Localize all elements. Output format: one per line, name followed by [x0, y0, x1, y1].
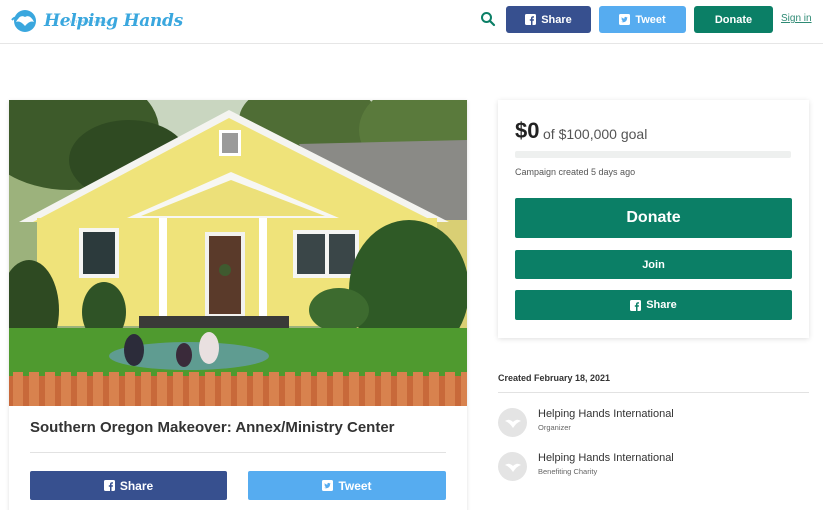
divider	[498, 392, 809, 393]
donation-share-label: Share	[646, 299, 677, 311]
campaign-title: Southern Oregon Makeover: Annex/Ministry…	[30, 419, 395, 436]
hands-logo-icon	[504, 419, 521, 428]
header-share-label: Share	[541, 13, 572, 26]
sign-in-link[interactable]: Sign in	[781, 13, 812, 24]
facebook-icon	[525, 14, 537, 25]
campaign-tweet-label: Tweet	[338, 478, 372, 493]
join-label: Join	[642, 258, 665, 271]
logo-text: Helping Hands	[44, 11, 183, 31]
campaign-tweet-button[interactable]: Tweet	[248, 471, 446, 500]
campaign-share-label: Share	[119, 478, 154, 493]
donation-card: $0 of $100,000 goal Campaign created 5 d…	[498, 100, 809, 338]
header-tweet-button[interactable]: Tweet	[599, 6, 686, 33]
header-donate-label: Donate	[714, 13, 753, 26]
avatar	[498, 452, 527, 481]
house-photo-illustration	[9, 100, 467, 406]
created-date: Created February 18, 2021	[498, 373, 611, 383]
search-icon[interactable]	[480, 11, 496, 27]
top-navbar: Helping Hands INTERNATIONAL Share Tweet …	[0, 0, 823, 44]
facebook-icon	[630, 299, 642, 311]
organizer-entry[interactable]: Helping Hands International Organizer	[498, 408, 809, 440]
join-button[interactable]: Join	[515, 250, 792, 279]
donation-share-button[interactable]: Share	[515, 290, 792, 320]
donate-button[interactable]: Donate	[515, 198, 792, 238]
beneficiary-entry[interactable]: Helping Hands International Benefiting C…	[498, 452, 809, 484]
progress-bar	[515, 151, 791, 158]
campaign-share-button[interactable]: Share	[30, 471, 227, 500]
organizer-role: Organizer	[538, 423, 571, 432]
donate-label: Donate	[626, 209, 681, 226]
beneficiary-name[interactable]: Helping Hands International	[538, 452, 674, 464]
organizer-name[interactable]: Helping Hands International	[538, 408, 674, 420]
avatar	[498, 408, 527, 437]
beneficiary-role: Benefiting Charity	[538, 467, 598, 476]
hands-logo-icon	[504, 463, 521, 472]
twitter-icon	[322, 480, 334, 491]
goal-text: of $100,000 goal	[543, 126, 648, 142]
header-share-button[interactable]: Share	[506, 6, 591, 33]
campaign-card: Southern Oregon Makeover: Annex/Ministry…	[9, 100, 467, 510]
divider	[30, 452, 446, 453]
twitter-icon	[619, 14, 631, 25]
campaign-photo	[9, 100, 467, 406]
campaign-created-ago: Campaign created 5 days ago	[515, 167, 636, 177]
raised-amount: $0	[515, 118, 540, 143]
logo-subtext: INTERNATIONAL	[70, 19, 109, 24]
facebook-icon	[103, 480, 115, 491]
helping-hands-logo-icon	[11, 10, 36, 32]
header-tweet-label: Tweet	[635, 13, 666, 26]
header-donate-button[interactable]: Donate	[694, 6, 773, 33]
